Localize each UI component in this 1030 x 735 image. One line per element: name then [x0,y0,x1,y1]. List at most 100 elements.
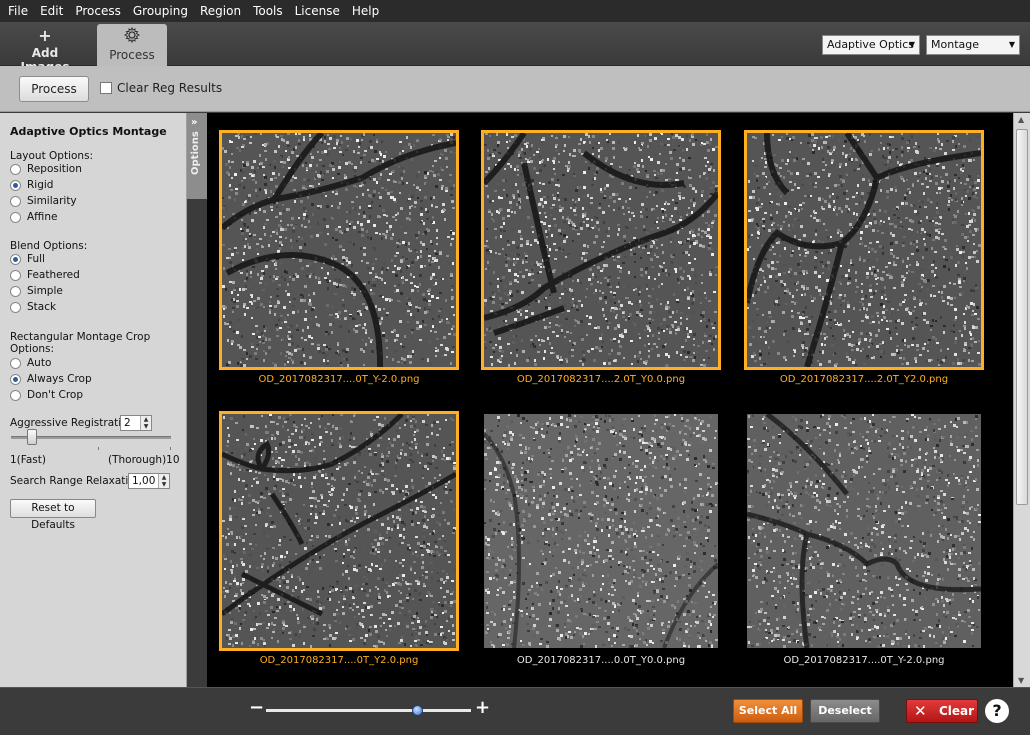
zoom-slider-thumb[interactable] [412,705,423,716]
image-tile[interactable] [747,414,987,654]
menu-license[interactable]: License [289,0,346,22]
radio-reposition-label: Reposition [27,163,82,175]
scroll-down-icon[interactable]: ▼ [1018,676,1024,685]
image-label: OD_2017082317....0T_Y-2.0.png [783,655,945,666]
menu-process[interactable]: Process [69,0,127,22]
clear-button[interactable]: ✕ Clear [906,699,978,723]
modality-select[interactable]: Adaptive Optics ▼ [822,35,920,55]
retina-image [747,133,981,367]
menu-grouping[interactable]: Grouping [127,0,194,22]
mode-select-value: Montage [931,38,979,51]
menu-region[interactable]: Region [194,0,247,22]
app-window: File Edit Process Grouping Region Tools … [0,0,1030,735]
layout-options-label: Layout Options: [10,150,94,162]
spinner-arrows-icon[interactable]: ▲ ▼ [140,416,151,430]
aggressive-registration-value: 2 [124,417,131,429]
image-label: OD_2017082317....0.0T_Y0.0.png [516,655,686,666]
radio-stack-label: Stack [27,301,57,313]
search-range-spinner[interactable]: 1,00 ▲ ▼ [128,473,170,489]
search-range-label: Search Range Relaxation: [10,475,145,487]
toolbar: + Add Images Process Adaptive Optics ▼ M… [0,22,1030,75]
image-tile[interactable] [484,414,724,654]
slider-max-label: (Thorough)10 [108,454,180,466]
image-tile[interactable] [481,130,721,370]
radio-reposition[interactable] [10,164,21,175]
image-label: OD_2017082317....0T_Y2.0.png [259,655,419,666]
zoom-out-button[interactable]: − [249,697,264,718]
image-tile[interactable] [219,130,459,370]
radio-feathered[interactable] [10,270,21,281]
vertical-scrollbar[interactable]: ▲ ▼ [1013,113,1030,687]
retina-image [484,133,718,367]
radio-full[interactable] [10,254,21,265]
gear-icon [97,26,167,47]
menu-tools[interactable]: Tools [247,0,289,22]
search-range-value: 1,00 [132,475,156,487]
process-button[interactable]: Process [19,76,89,102]
retina-image [747,414,981,648]
radio-affine-label: Affine [27,211,58,223]
options-title: Adaptive Optics Montage [10,125,167,138]
radio-simple[interactable] [10,286,21,297]
plus-icon: + [38,26,52,45]
radio-auto[interactable] [10,358,21,369]
radio-auto-label: Auto [27,357,52,369]
radio-stack[interactable] [10,302,21,313]
radio-rigid[interactable] [10,180,21,191]
radio-dont-crop-label: Don't Crop [27,389,84,401]
chevron-down-icon: ▼ [1008,40,1015,49]
retina-image [222,414,456,648]
options-panel: Adaptive Optics Montage Layout Options: … [0,113,187,687]
select-all-button[interactable]: Select All [733,699,803,723]
radio-feathered-label: Feathered [27,269,80,281]
image-label: OD_2017082317....2.0T_Y2.0.png [779,374,949,385]
slider-tick [170,447,171,450]
radio-dont-crop[interactable] [10,390,21,401]
aggressive-registration-label: Aggressive Registration: [10,417,138,429]
reset-defaults-button[interactable]: Reset to Defaults [10,499,96,531]
chevron-down-icon: ▼ [908,40,915,49]
radio-full-label: Full [27,253,45,265]
crop-options-label-2: Options: [10,343,55,355]
close-icon: ✕ [914,702,927,720]
help-button[interactable]: ? [985,699,1009,723]
radio-affine[interactable] [10,212,21,223]
retina-image [222,133,456,367]
mode-select[interactable]: Montage ▼ [926,35,1020,55]
double-chevron-right-icon: » [191,117,198,128]
menu-edit[interactable]: Edit [34,0,69,22]
zoom-slider-track[interactable] [266,709,471,712]
menu-bar: File Edit Process Grouping Region Tools … [0,0,1030,22]
clear-reg-label: Clear Reg Results [117,81,223,95]
slider-min-label: 1(Fast) [10,454,46,466]
clear-reg-checkbox[interactable] [100,82,112,94]
aggressive-registration-spinner[interactable]: 2 ▲ ▼ [120,415,152,431]
image-tile[interactable] [744,130,984,370]
bottom-bar: − + Select All Deselect ✕ Clear ? [0,687,1030,735]
tab-process-label: Process [109,48,155,62]
options-tab-label: Options [190,131,201,175]
image-tile[interactable] [219,411,459,651]
tab-add-images[interactable]: + Add Images [6,24,84,75]
scrollbar-thumb[interactable] [1016,129,1028,505]
menu-file[interactable]: File [2,0,34,22]
radio-always-crop-label: Always Crop [27,373,92,385]
options-collapse-tab[interactable]: » Options [187,113,207,199]
radio-similarity-label: Similarity [27,195,77,207]
scroll-up-icon[interactable]: ▲ [1018,115,1024,124]
radio-always-crop[interactable] [10,374,21,385]
radio-similarity[interactable] [10,196,21,207]
slider-tick [98,447,99,450]
spinner-arrows-icon[interactable]: ▲ ▼ [158,474,169,488]
radio-simple-label: Simple [27,285,63,297]
retina-image [484,414,718,648]
image-label: OD_2017082317....0T_Y-2.0.png [258,374,420,385]
crop-options-label: Rectangular Montage Crop [10,331,151,343]
blend-options-label: Blend Options: [10,240,88,252]
menu-help[interactable]: Help [346,0,385,22]
deselect-button[interactable]: Deselect [810,699,880,723]
image-grid: OD_2017082317....0T_Y-2.0.png OD_2017082… [207,113,1013,687]
zoom-in-button[interactable]: + [475,697,490,718]
registration-slider-thumb[interactable] [27,429,37,445]
tab-process[interactable]: Process [97,24,167,66]
